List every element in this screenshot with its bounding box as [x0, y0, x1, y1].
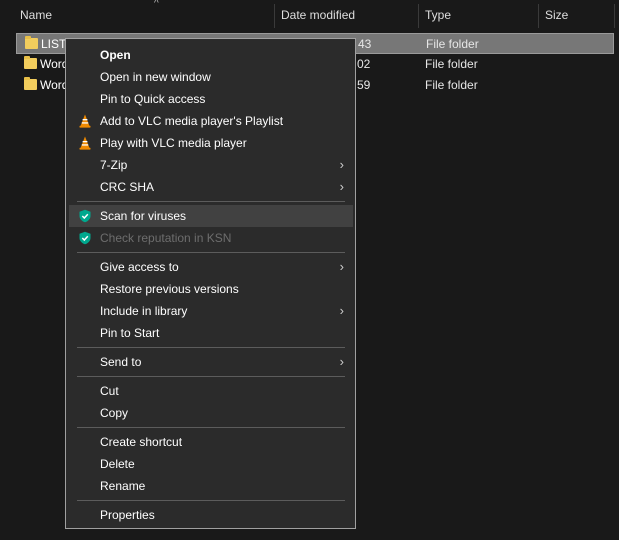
menu-item-label: Cut [100, 384, 119, 398]
menu-item-crc-sha[interactable]: CRC SHA › [69, 176, 353, 198]
menu-item-vlc-playlist[interactable]: Add to VLC media player's Playlist [69, 110, 353, 132]
menu-separator [77, 201, 345, 202]
folder-icon [24, 56, 37, 69]
menu-separator [77, 427, 345, 428]
sort-up-icon: ^ [154, 0, 159, 9]
menu-item-properties[interactable]: Properties [69, 504, 353, 526]
menu-item-copy[interactable]: Copy [69, 402, 353, 424]
kaspersky-shield-icon [79, 209, 91, 223]
file-type: File folder [425, 57, 478, 71]
menu-item-cut[interactable]: Cut [69, 380, 353, 402]
folder-icon [25, 36, 38, 49]
menu-item-label: Create shortcut [100, 435, 183, 449]
menu-item-label: Give access to [100, 260, 179, 274]
menu-item-label: Check reputation in KSN [100, 231, 232, 245]
column-size[interactable]: Size [539, 0, 614, 31]
menu-item-label: Add to VLC media player's Playlist [100, 114, 284, 128]
file-date: 59 [357, 78, 371, 92]
chevron-right-icon: › [339, 354, 344, 369]
menu-separator [77, 347, 345, 348]
chevron-right-icon: › [339, 303, 344, 318]
menu-separator [77, 376, 345, 377]
column-divider[interactable] [614, 4, 615, 28]
file-type: File folder [425, 78, 478, 92]
menu-item-delete[interactable]: Delete [69, 453, 353, 475]
column-type[interactable]: Type [419, 0, 538, 31]
column-header: Name ^ Date modified Type Size [0, 0, 619, 31]
menu-item-scan-viruses[interactable]: Scan for viruses [69, 205, 353, 227]
menu-item-label: Properties [100, 508, 155, 522]
menu-separator [77, 500, 345, 501]
menu-item-label: Delete [100, 457, 135, 471]
menu-item-create-shortcut[interactable]: Create shortcut [69, 431, 353, 453]
menu-item-7zip[interactable]: 7-Zip › [69, 154, 353, 176]
menu-item-label: Open [100, 48, 131, 62]
menu-item-pin-start[interactable]: Pin to Start [69, 322, 353, 344]
folder-icon [24, 77, 37, 90]
chevron-right-icon: › [339, 179, 344, 194]
menu-item-give-access[interactable]: Give access to › [69, 256, 353, 278]
column-date-modified[interactable]: Date modified [275, 0, 418, 31]
menu-item-label: Send to [100, 355, 142, 369]
menu-item-restore-versions[interactable]: Restore previous versions [69, 278, 353, 300]
chevron-right-icon: › [339, 259, 344, 274]
vlc-cone-icon [79, 114, 91, 128]
menu-item-check-reputation: Check reputation in KSN [69, 227, 353, 249]
menu-item-label: 7-Zip [100, 158, 128, 172]
vlc-cone-icon [79, 136, 91, 150]
menu-separator [77, 252, 345, 253]
menu-item-label: Include in library [100, 304, 188, 318]
menu-item-label: Copy [100, 406, 129, 420]
menu-item-label: Play with VLC media player [100, 136, 247, 150]
menu-item-label: Scan for viruses [100, 209, 187, 223]
menu-item-label: Pin to Start [100, 326, 160, 340]
menu-item-send-to[interactable]: Send to › [69, 351, 353, 373]
menu-item-label: CRC SHA [100, 180, 155, 194]
menu-item-open[interactable]: Open [69, 44, 353, 66]
menu-item-open-new-window[interactable]: Open in new window [69, 66, 353, 88]
menu-item-vlc-play[interactable]: Play with VLC media player [69, 132, 353, 154]
menu-item-label: Restore previous versions [100, 282, 239, 296]
menu-item-label: Pin to Quick access [100, 92, 206, 106]
menu-item-label: Open in new window [100, 70, 211, 84]
column-name[interactable]: Name ^ [14, 0, 274, 31]
menu-item-rename[interactable]: Rename [69, 475, 353, 497]
file-date: 43 [358, 37, 372, 51]
menu-item-label: Rename [100, 479, 146, 493]
file-date: 02 [357, 57, 371, 71]
chevron-right-icon: › [339, 157, 344, 172]
kaspersky-shield-icon [79, 231, 91, 245]
file-type: File folder [426, 37, 479, 51]
context-menu: Open Open in new window Pin to Quick acc… [65, 38, 356, 529]
menu-item-include-library[interactable]: Include in library › [69, 300, 353, 322]
menu-item-pin-quick-access[interactable]: Pin to Quick access [69, 88, 353, 110]
